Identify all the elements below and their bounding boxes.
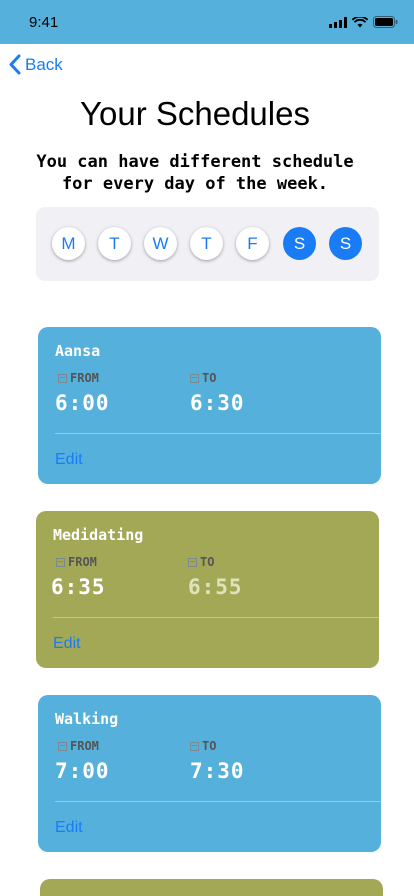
day-selector: M T W T F S S xyxy=(36,207,379,281)
day-button-sat[interactable]: S xyxy=(283,227,316,260)
day-button-fri[interactable]: F xyxy=(236,227,269,260)
to-label-text: TO xyxy=(202,371,217,385)
schedule-name: Walking xyxy=(55,710,119,728)
card-divider xyxy=(53,617,379,618)
to-label: TO xyxy=(190,371,216,385)
back-button[interactable]: Back xyxy=(8,54,63,75)
edit-button[interactable]: Edit xyxy=(53,635,81,653)
to-time: 6:55 xyxy=(188,575,243,599)
day-button-tue[interactable]: T xyxy=(98,227,131,260)
to-time: 7:30 xyxy=(190,759,245,783)
status-icons xyxy=(329,16,398,28)
schedule-name: Aansa xyxy=(55,342,101,360)
wifi-icon xyxy=(352,16,368,27)
edit-button[interactable]: Edit xyxy=(55,451,83,469)
from-time: 6:35 xyxy=(51,575,106,599)
from-time: 6:00 xyxy=(55,391,110,415)
calendar-icon xyxy=(58,741,67,751)
calendar-icon xyxy=(190,373,199,383)
page-title: Your Schedules xyxy=(80,95,310,132)
from-label-text: FROM xyxy=(70,371,99,385)
card-divider xyxy=(55,801,381,802)
to-label-text: TO xyxy=(200,555,215,569)
subtitle-line-1: You can have different schedule xyxy=(36,152,354,172)
schedule-name: Medidating xyxy=(53,526,144,544)
page-subtitle: You can have different schedule for ever… xyxy=(0,151,390,195)
from-time: 7:00 xyxy=(55,759,110,783)
schedule-card: Medidating FROM TO 6:35 6:55 Edit xyxy=(36,511,379,668)
to-label-text: TO xyxy=(202,739,217,753)
status-bar: 9:41 xyxy=(0,0,414,44)
day-button-wed[interactable]: W xyxy=(144,227,177,260)
day-button-sun[interactable]: S xyxy=(329,227,362,260)
to-label: TO xyxy=(188,555,214,569)
calendar-icon xyxy=(56,557,65,567)
schedule-card-partial xyxy=(40,879,383,896)
subtitle-line-2: for every day of the week. xyxy=(61,174,329,194)
chevron-left-icon xyxy=(9,54,21,75)
back-label: Back xyxy=(25,54,63,74)
from-label: FROM xyxy=(58,371,99,385)
calendar-icon xyxy=(58,373,67,383)
from-label: FROM xyxy=(58,739,99,753)
schedule-card: Aansa FROM TO 6:00 6:30 Edit xyxy=(38,327,381,484)
to-label: TO xyxy=(190,739,216,753)
day-button-thu[interactable]: T xyxy=(190,227,223,260)
calendar-icon xyxy=(188,557,197,567)
from-label: FROM xyxy=(56,555,97,569)
from-label-text: FROM xyxy=(70,739,99,753)
schedule-card: Walking FROM TO 7:00 7:30 Edit xyxy=(38,695,381,852)
calendar-icon xyxy=(190,741,199,751)
to-time: 6:30 xyxy=(190,391,245,415)
card-divider xyxy=(55,433,381,434)
signal-icon xyxy=(329,16,347,28)
battery-icon xyxy=(373,16,398,28)
from-label-text: FROM xyxy=(68,555,97,569)
status-time: 9:41 xyxy=(29,14,59,31)
day-button-mon[interactable]: M xyxy=(52,227,85,260)
edit-button[interactable]: Edit xyxy=(55,819,83,837)
